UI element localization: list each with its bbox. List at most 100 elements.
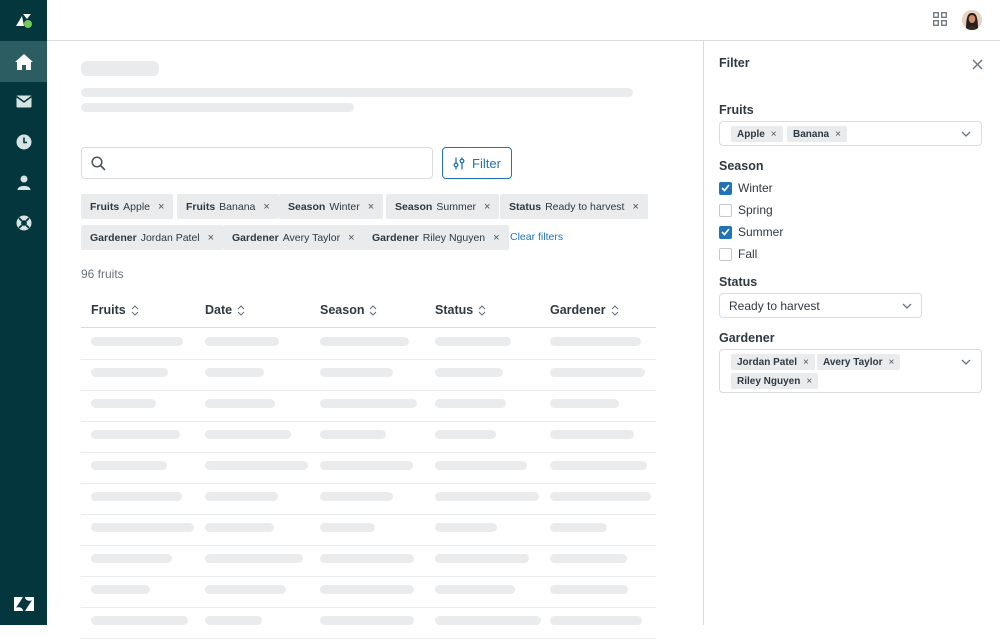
zendesk-wordmark-icon[interactable] xyxy=(0,591,47,617)
column-header-status[interactable]: Status xyxy=(435,303,486,317)
clear-filters-link[interactable]: Clear filters xyxy=(510,231,563,243)
close-icon[interactable]: × xyxy=(368,201,374,213)
close-icon[interactable]: × xyxy=(493,232,499,244)
column-header-label: Status xyxy=(435,303,474,317)
season-option-winter[interactable]: Winter xyxy=(719,181,773,195)
close-icon[interactable]: × xyxy=(803,357,809,368)
gardener-label: Gardener xyxy=(719,331,775,345)
filter-button-label: Filter xyxy=(472,155,501,171)
skeleton-cell xyxy=(550,616,642,625)
column-header-date[interactable]: Date xyxy=(205,303,245,317)
filter-chip[interactable]: Season Summer × xyxy=(386,194,500,219)
season-option-fall[interactable]: Fall xyxy=(719,247,757,261)
nav-mail[interactable] xyxy=(0,81,47,122)
status-selected-value: Ready to harvest xyxy=(729,298,820,313)
filter-button[interactable]: Filter xyxy=(442,147,512,179)
close-icon[interactable]: × xyxy=(208,232,214,244)
fruit-tag[interactable]: Banana × xyxy=(787,126,847,142)
column-header-season[interactable]: Season xyxy=(320,303,377,317)
skeleton-cell xyxy=(550,554,627,563)
filter-chip[interactable]: Fruits Banana × xyxy=(177,194,279,219)
fruit-tag[interactable]: Apple × xyxy=(731,126,783,142)
user-icon xyxy=(17,175,30,190)
nav-support[interactable] xyxy=(0,202,47,243)
season-option-summer[interactable]: Summer xyxy=(719,225,783,239)
zendesk-logo-icon[interactable] xyxy=(0,0,47,41)
chip-key: Gardener xyxy=(372,231,419,244)
close-icon[interactable]: × xyxy=(835,129,841,140)
skeleton-cell xyxy=(320,461,413,470)
chip-value: Riley Nguyen xyxy=(422,231,486,244)
home-icon xyxy=(14,53,33,70)
chip-value: Banana xyxy=(219,200,256,213)
filter-chip[interactable]: Status Ready to harvest × xyxy=(500,194,648,219)
skeleton-cell xyxy=(320,492,393,501)
skeleton-cell xyxy=(91,523,194,532)
checkbox[interactable] xyxy=(719,225,732,239)
top-header xyxy=(47,0,1000,41)
skeleton-cell xyxy=(435,399,506,408)
skeleton-cell xyxy=(435,461,527,470)
gardener-multiselect[interactable]: Jordan Patel × Avery Taylor × Riley Nguy… xyxy=(719,349,982,393)
skeleton-cell xyxy=(550,523,607,532)
chip-value: Jordan Patel xyxy=(140,231,200,244)
grid-icon[interactable] xyxy=(933,12,949,28)
chip-value: Ready to harvest xyxy=(545,200,625,213)
season-label: Season xyxy=(719,159,764,173)
tag-label: Apple xyxy=(737,128,765,140)
tag-label: Jordan Patel xyxy=(737,356,798,368)
gardener-tag[interactable]: Riley Nguyen × xyxy=(731,373,819,389)
close-icon[interactable]: × xyxy=(771,129,777,140)
filter-chip[interactable]: Gardener Jordan Patel × xyxy=(81,225,224,250)
search-input[interactable] xyxy=(81,147,433,179)
chip-value: Winter xyxy=(329,200,360,213)
gardener-tag[interactable]: Jordan Patel × xyxy=(731,354,815,370)
side-nav xyxy=(0,0,47,625)
status-select[interactable]: Ready to harvest xyxy=(719,293,922,318)
filter-chip[interactable]: Gardener Avery Taylor × xyxy=(223,225,364,250)
gardener-tag[interactable]: Avery Taylor × xyxy=(817,354,901,370)
skeleton-cell xyxy=(205,554,303,563)
skeleton-cell xyxy=(435,616,541,625)
chip-key: Fruits xyxy=(186,200,216,213)
nav-clock[interactable] xyxy=(0,121,47,162)
row-divider xyxy=(81,359,656,360)
column-header-label: Gardener xyxy=(550,303,606,317)
skeleton-cell xyxy=(320,585,414,594)
skeleton-cell xyxy=(550,337,641,346)
skeleton-cell xyxy=(91,399,156,408)
checkbox[interactable] xyxy=(719,203,732,217)
close-icon[interactable]: × xyxy=(484,201,490,213)
column-header-gardener[interactable]: Gardener xyxy=(550,303,619,317)
table-header-divider xyxy=(81,327,656,328)
skeleton-cell xyxy=(550,492,651,501)
main-content: Filter Fruits Apple × Fruits Banana × Se… xyxy=(47,41,703,639)
chip-key: Season xyxy=(288,200,326,213)
filter-chip[interactable]: Season Winter × xyxy=(279,194,384,219)
skeleton-cell xyxy=(205,492,278,501)
close-icon[interactable]: × xyxy=(348,232,354,244)
chip-key: Fruits xyxy=(90,200,120,213)
filter-chip[interactable]: Fruits Apple × xyxy=(81,194,174,219)
skeleton-cell xyxy=(320,616,414,625)
close-icon[interactable]: × xyxy=(263,201,269,213)
avatar[interactable] xyxy=(962,10,982,30)
close-icon[interactable] xyxy=(972,57,983,75)
close-icon[interactable]: × xyxy=(888,357,894,368)
close-icon[interactable]: × xyxy=(632,201,638,213)
checkbox[interactable] xyxy=(719,247,732,261)
season-option-spring[interactable]: Spring xyxy=(719,203,773,217)
chip-value: Summer xyxy=(436,200,477,213)
chevron-down-icon xyxy=(961,131,971,137)
fruits-multiselect[interactable]: Apple × Banana × xyxy=(719,121,982,146)
filter-chip[interactable]: Gardener Riley Nguyen × xyxy=(363,225,509,250)
fruits-label: Fruits xyxy=(719,103,754,117)
row-divider xyxy=(81,390,656,391)
skeleton-cell xyxy=(205,585,286,594)
column-header-fruits[interactable]: Fruits xyxy=(91,303,139,317)
checkbox[interactable] xyxy=(719,181,732,195)
close-icon[interactable]: × xyxy=(158,201,164,213)
close-icon[interactable]: × xyxy=(806,376,812,387)
nav-user[interactable] xyxy=(0,162,47,203)
nav-home[interactable] xyxy=(0,41,47,82)
